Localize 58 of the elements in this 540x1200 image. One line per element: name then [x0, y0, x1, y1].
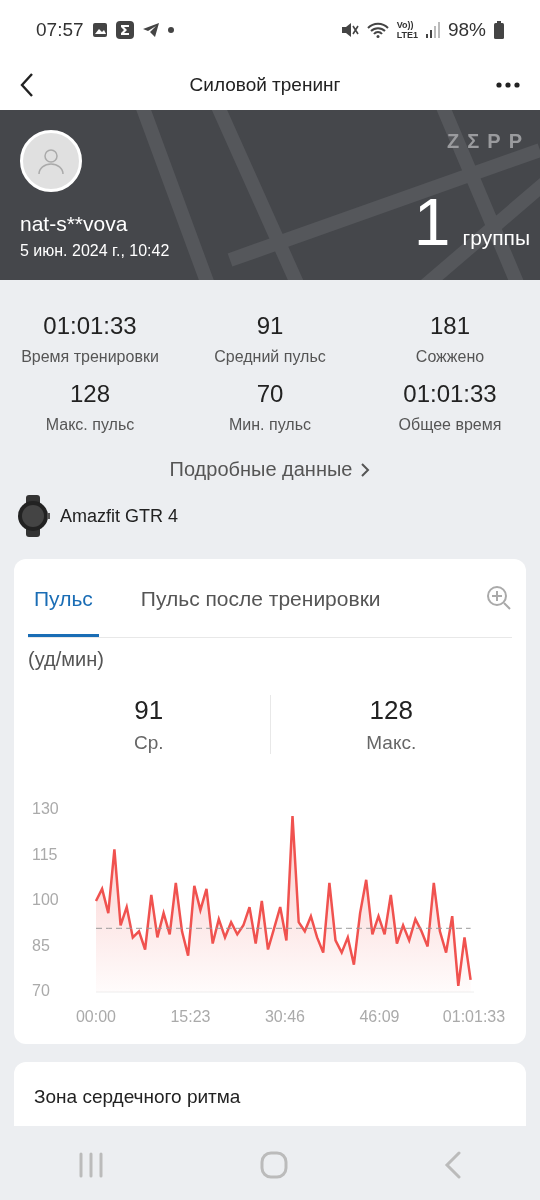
axis-label: 100: [32, 891, 59, 909]
axis-label: 130: [32, 800, 59, 818]
unit-label: (уд/мин): [28, 648, 105, 671]
battery-icon: [494, 21, 504, 39]
card-title: Зона сердечного ритма: [34, 1086, 241, 1107]
axis-label: 115: [32, 845, 58, 863]
image-icon: [91, 22, 108, 38]
stat-value: 91: [256, 312, 284, 340]
stat-value: 128: [69, 380, 110, 408]
summary-label: Ср.: [133, 732, 164, 754]
summary-value: 128: [369, 695, 413, 726]
mute-icon: [340, 22, 359, 38]
device-name: Amazfit GTR 4: [60, 505, 179, 527]
chart-tab[interactable]: Пульс после тренировки: [134, 559, 387, 637]
stat-label: Время тренировки: [21, 348, 159, 366]
chart-tab[interactable]: Пульс: [28, 559, 99, 637]
axis-label: 00:00: [76, 1008, 116, 1025]
send-icon: [141, 22, 160, 38]
network-label: LTE1: [396, 30, 418, 40]
more-button[interactable]: [496, 82, 520, 88]
back-nav-button[interactable]: [444, 1151, 462, 1179]
summary-label: Макс.: [366, 732, 417, 754]
summary-value: 91: [134, 695, 164, 726]
home-button[interactable]: [260, 1151, 288, 1179]
stat-value: 01:01:33: [43, 312, 137, 340]
stat-value: 181: [429, 312, 470, 340]
group-unit: группы: [462, 226, 530, 250]
dot-icon: [167, 27, 174, 33]
page-title: Силовой тренинг: [189, 74, 341, 96]
axis-label: 30:46: [264, 1008, 305, 1025]
battery-percent: 98%: [447, 19, 486, 41]
zoom-in-icon[interactable]: [486, 585, 512, 611]
stat-label: Мин. пульс: [229, 416, 311, 434]
recent-apps-button[interactable]: [78, 1152, 104, 1178]
chevron-icon: [360, 461, 371, 478]
brand-logo: ZΣPP: [447, 130, 530, 153]
stat-value: 70: [256, 380, 284, 408]
group-count: 1: [413, 184, 451, 260]
details-link[interactable]: Подробные данные: [169, 458, 371, 481]
stat-value: 01:01:33: [403, 380, 497, 408]
stat-label: Сожжено: [415, 348, 485, 366]
axis-label: 70: [32, 982, 50, 1000]
wifi-icon: [366, 22, 389, 38]
back-button[interactable]: [20, 72, 34, 98]
axis-label: 46:09: [359, 1008, 400, 1025]
sigma-icon: [115, 21, 134, 39]
volte-label: Vo)): [396, 20, 415, 30]
stat-label: Макс. пульс: [45, 416, 135, 434]
axis-label: 01:01:33: [442, 1008, 506, 1025]
clock: 07:57: [36, 19, 84, 41]
axis-label: 85: [32, 936, 50, 954]
watch-icon: [16, 495, 50, 537]
stat-label: Средний пульс: [214, 348, 326, 366]
workout-date: 5 июн. 2024 г., 10:42: [20, 242, 170, 260]
signal-icon: [425, 22, 440, 38]
stat-label: Общее время: [398, 416, 502, 434]
axis-label: 15:23: [170, 1008, 211, 1025]
user-name: nat-s**vova: [20, 212, 129, 236]
